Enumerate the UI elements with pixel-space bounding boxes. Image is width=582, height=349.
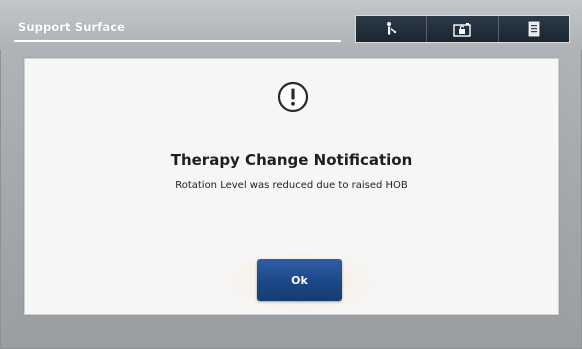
document-icon xyxy=(528,21,540,37)
dialog-title: Therapy Change Notification xyxy=(170,151,413,169)
patient-figure-button[interactable] xyxy=(356,16,428,42)
unlock-icon xyxy=(453,22,472,37)
header-toolbar xyxy=(355,15,570,43)
unlock-button[interactable] xyxy=(427,16,499,42)
title-underline xyxy=(14,40,341,42)
document-button[interactable] xyxy=(498,16,569,42)
ok-button[interactable]: Ok xyxy=(257,259,342,301)
patient-figure-icon xyxy=(387,22,397,35)
dialog-message: Rotation Level was reduced due to raised… xyxy=(175,180,408,191)
notification-dialog: Therapy Change Notification Rotation Lev… xyxy=(24,58,559,315)
header-bar: Support Surface xyxy=(0,0,582,50)
exclamation-circle-icon xyxy=(277,81,309,113)
page-title: Support Surface xyxy=(18,20,126,34)
